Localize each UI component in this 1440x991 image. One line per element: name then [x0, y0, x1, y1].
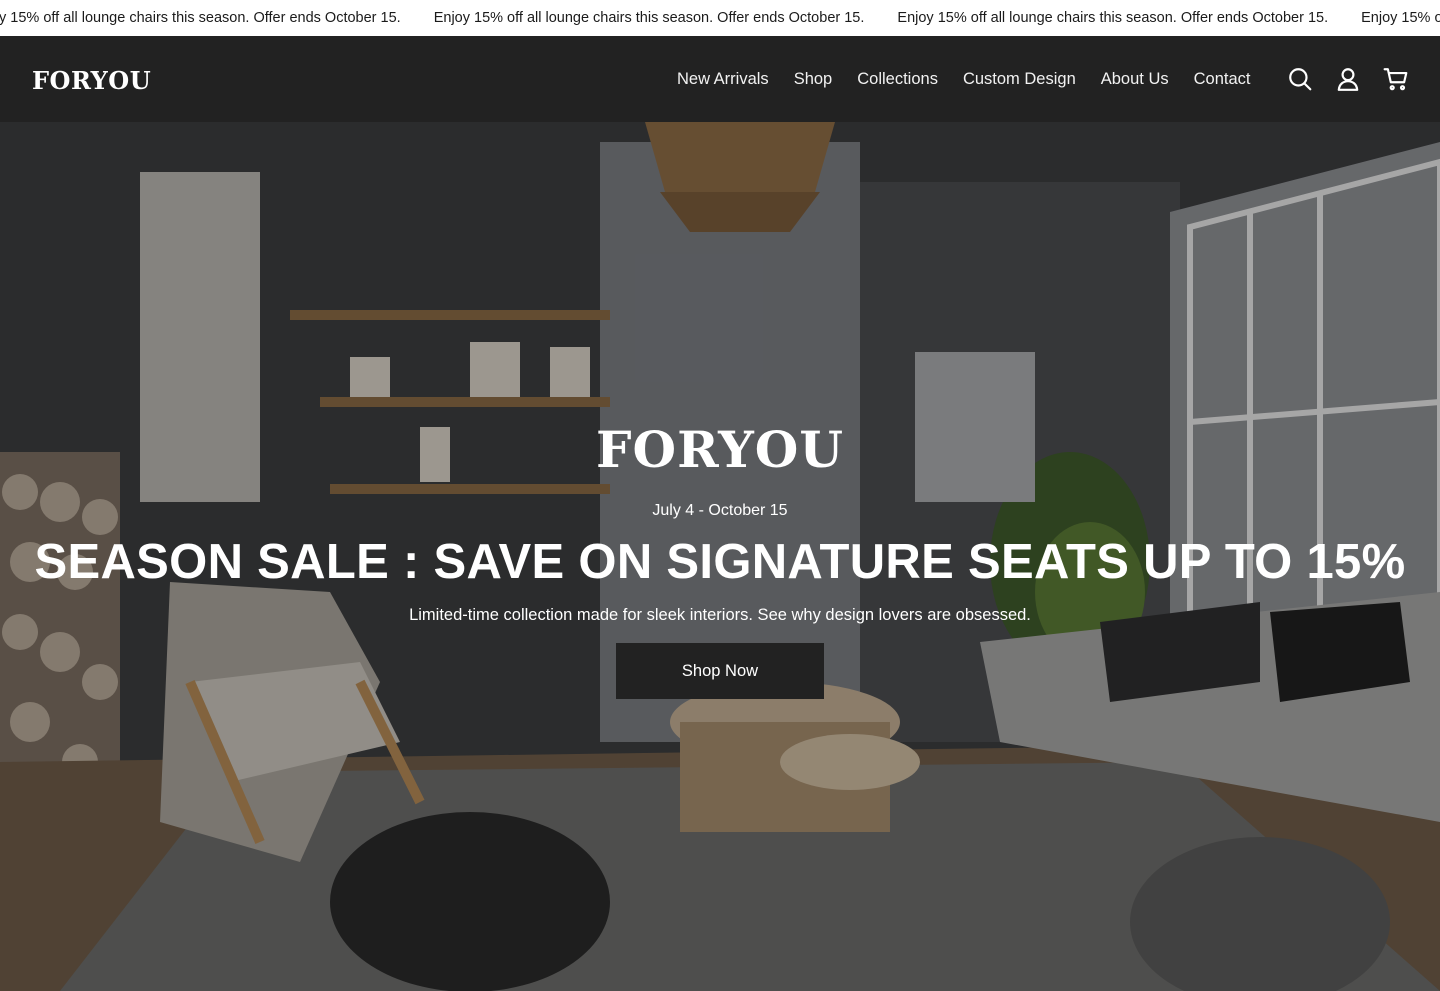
- hero-subtitle: Limited-time collection made for sleek i…: [409, 606, 1031, 624]
- nav-contact[interactable]: Contact: [1194, 70, 1251, 89]
- header-icons: [1266, 36, 1410, 122]
- hero-title: SEASON SALE : SAVE ON SIGNATURE SEATS UP…: [34, 535, 1406, 589]
- nav-custom-design[interactable]: Custom Design: [963, 70, 1076, 89]
- announcement-bar: Enjoy 15% off all lounge chairs this sea…: [0, 0, 1440, 36]
- announcement-text: Enjoy 15% off all lounge chairs this sea…: [433, 10, 865, 26]
- nav-new-arrivals[interactable]: New Arrivals: [677, 70, 769, 89]
- announcement-text: Enjoy 15% off all lounge chairs this sea…: [0, 10, 401, 26]
- shop-now-button[interactable]: Shop Now: [616, 643, 824, 699]
- search-icon[interactable]: [1286, 65, 1314, 93]
- announcement-text: Enjoy 15% off all lounge chairs this sea…: [897, 10, 1329, 26]
- hero-content: FORYOU July 4 - October 15 SEASON SALE :…: [0, 122, 1440, 991]
- site-logo[interactable]: FORYOU: [32, 66, 151, 95]
- nav-shop[interactable]: Shop: [794, 70, 833, 89]
- cart-icon[interactable]: [1382, 65, 1410, 93]
- main-nav: New Arrivals Shop Collections Custom Des…: [677, 36, 1276, 122]
- hero-section: FORYOU July 4 - October 15 SEASON SALE :…: [0, 122, 1440, 991]
- announcement-track: Enjoy 15% off all lounge chairs this sea…: [0, 0, 1440, 36]
- hero-brand: FORYOU: [596, 420, 844, 479]
- announcement-text: Enjoy 15% off all lounge chairs this sea…: [1361, 10, 1440, 26]
- account-icon[interactable]: [1334, 65, 1362, 93]
- hero-dates: July 4 - October 15: [652, 502, 788, 519]
- nav-about-us[interactable]: About Us: [1101, 70, 1169, 89]
- nav-collections[interactable]: Collections: [857, 70, 938, 89]
- site-header: FORYOU New Arrivals Shop Collections Cus…: [0, 36, 1440, 122]
